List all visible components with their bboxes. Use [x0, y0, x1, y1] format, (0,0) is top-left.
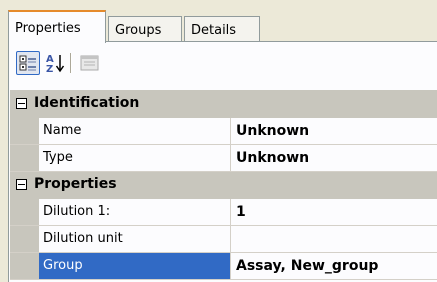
- categorized-button[interactable]: [16, 51, 40, 75]
- property-row[interactable]: Dilution 1: 1: [10, 199, 437, 226]
- property-row[interactable]: Type Unknown: [10, 145, 437, 172]
- property-name[interactable]: Dilution 1:: [39, 199, 231, 225]
- toolbar: A Z: [10, 45, 430, 81]
- property-panel: A Z Identification Name Unknown Type Unk…: [8, 41, 437, 282]
- category-label: Identification: [34, 95, 140, 111]
- property-name[interactable]: Type: [39, 145, 231, 171]
- row-gutter: [10, 145, 39, 171]
- property-value[interactable]: Unknown: [232, 145, 437, 171]
- property-pages-button[interactable]: [78, 51, 102, 75]
- property-name[interactable]: Dilution unit: [39, 226, 231, 252]
- svg-text:Z: Z: [46, 64, 53, 75]
- property-value[interactable]: Assay, New_group: [232, 253, 437, 279]
- property-name[interactable]: Name: [39, 118, 231, 144]
- alphabetical-button[interactable]: A Z: [43, 51, 67, 75]
- property-row-selected[interactable]: Group Assay, New_group: [10, 253, 437, 280]
- row-gutter: [10, 118, 39, 144]
- collapse-icon[interactable]: [16, 98, 27, 109]
- tab-properties[interactable]: Properties: [8, 10, 106, 43]
- tab-groups[interactable]: Groups: [108, 16, 182, 42]
- property-value[interactable]: 1: [232, 199, 437, 225]
- property-name[interactable]: Group: [39, 253, 231, 279]
- property-value[interactable]: Unknown: [232, 118, 437, 144]
- property-grid: Identification Name Unknown Type Unknown…: [10, 90, 437, 280]
- property-row[interactable]: Name Unknown: [10, 118, 437, 145]
- toolbar-separator: [70, 53, 72, 73]
- property-pages-icon: [78, 51, 102, 75]
- property-value[interactable]: [232, 226, 437, 252]
- property-row[interactable]: Dilution unit: [10, 226, 437, 253]
- row-gutter: [10, 226, 39, 252]
- category-label: Properties: [34, 176, 117, 192]
- category-row[interactable]: Identification: [10, 91, 437, 118]
- collapse-icon[interactable]: [16, 179, 27, 190]
- row-gutter: [10, 199, 39, 225]
- tab-details[interactable]: Details: [184, 16, 260, 42]
- categorized-icon: [17, 52, 39, 74]
- category-row[interactable]: Properties: [10, 172, 437, 199]
- row-gutter: [10, 253, 39, 279]
- sort-alphabetical-icon: A Z: [43, 51, 67, 75]
